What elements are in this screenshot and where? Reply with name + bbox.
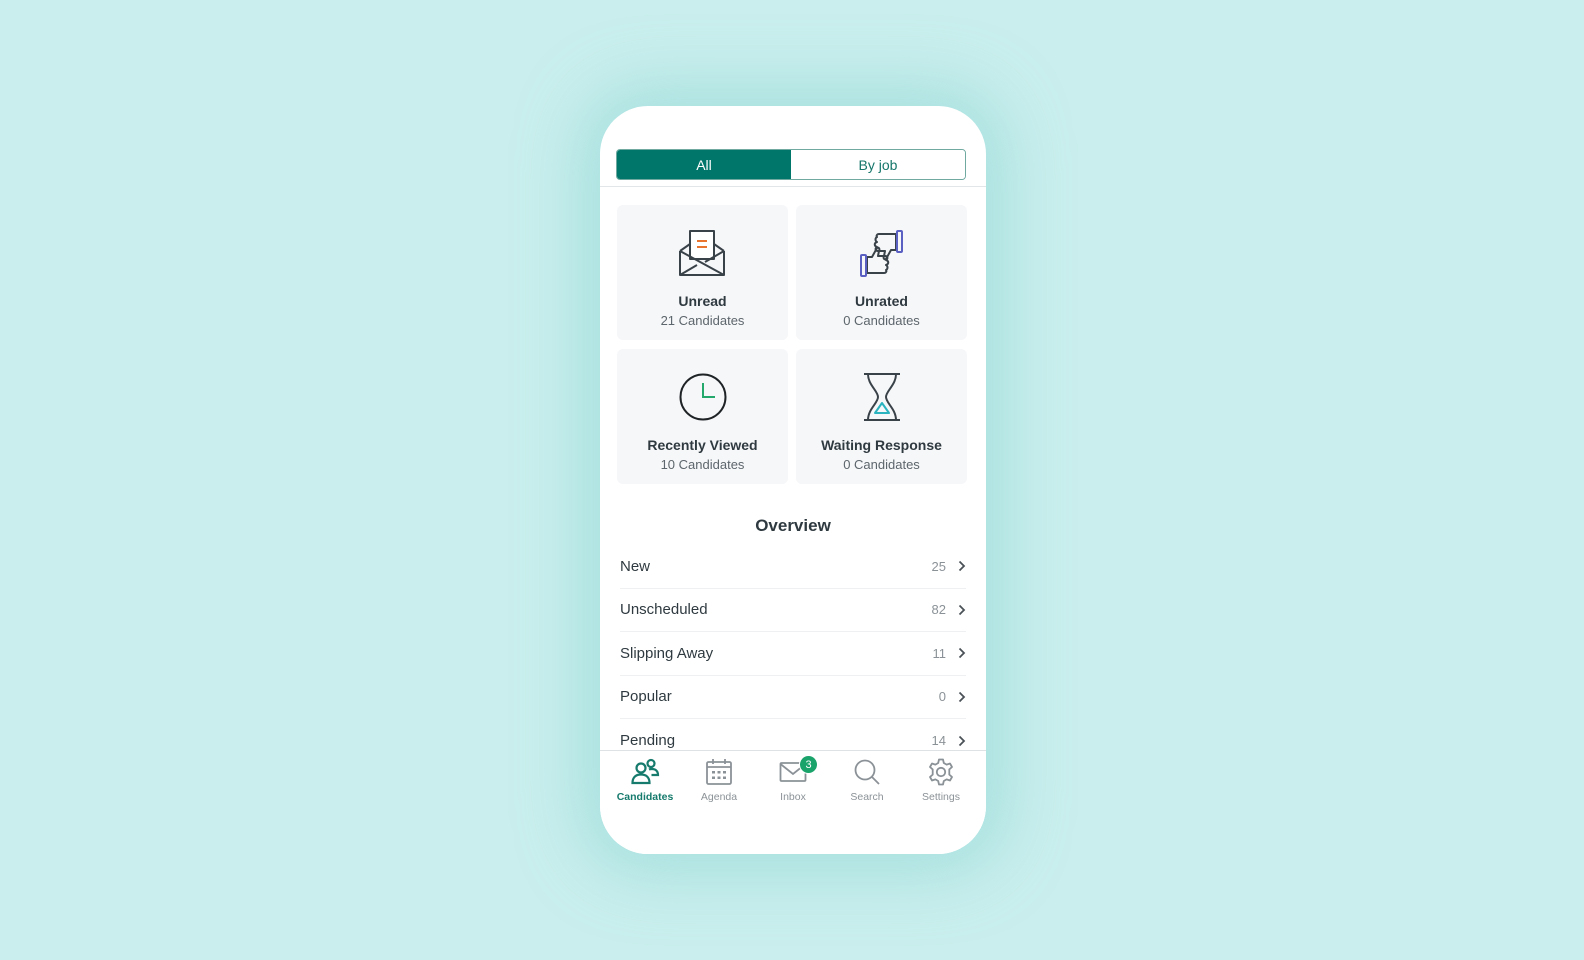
open-envelope-icon (678, 230, 725, 276)
tab-label: Inbox (780, 791, 806, 803)
tab-label: Search (850, 791, 884, 803)
tab-settings[interactable]: Settings (904, 757, 978, 854)
card-title: Recently Viewed (647, 437, 758, 453)
shortcut-cards: Unread 21 Candidates Unrated 0 Candidate… (617, 205, 967, 484)
segment-by-job[interactable]: By job (791, 150, 965, 179)
chevron-right-icon (958, 648, 966, 659)
card-unrated[interactable]: Unrated 0 Candidates (796, 205, 967, 340)
tab-candidates[interactable]: Candidates (608, 757, 682, 854)
list-item-label: Pending (620, 732, 676, 750)
header-divider (600, 186, 986, 187)
overview-list: New 25 Unscheduled 82 Slipping Away 11 P… (620, 545, 966, 763)
card-count: 10 Candidates (660, 457, 745, 472)
phone-screen: All By job Unread 21 Candidates Unrated … (600, 106, 986, 854)
gear-icon (929, 758, 953, 786)
list-item-unscheduled[interactable]: Unscheduled 82 (620, 589, 966, 632)
chevron-right-icon (958, 604, 966, 615)
bottom-tab-bar: Candidates Agenda 3 Inbox Search Setting… (600, 750, 986, 854)
search-icon (854, 759, 880, 785)
overview-heading: Overview (755, 516, 831, 535)
list-item-label: New (620, 557, 651, 575)
chevron-right-icon (958, 691, 966, 702)
list-item-label: Unscheduled (620, 601, 708, 619)
card-title: Unrated (855, 293, 908, 309)
card-title: Unread (678, 293, 727, 309)
chevron-right-icon (958, 735, 966, 746)
chevron-right-icon (958, 561, 966, 572)
card-title: Waiting Response (821, 437, 942, 453)
calendar-icon (706, 759, 732, 785)
list-item-label: Slipping Away (620, 644, 714, 662)
tab-label: Candidates (616, 791, 674, 803)
list-item-slipping-away[interactable]: Slipping Away 11 (620, 632, 966, 676)
hourglass-icon (863, 373, 900, 421)
list-item-popular[interactable]: Popular 0 (620, 676, 966, 719)
view-segmented-control: All By job (616, 149, 966, 180)
tab-search[interactable]: Search (830, 757, 904, 854)
list-item-count: 25 (931, 558, 946, 574)
card-count: 0 Candidates (843, 313, 920, 328)
clock-icon (679, 373, 726, 421)
tab-label: Agenda (700, 791, 738, 803)
list-item-count: 0 (938, 689, 946, 705)
thumbs-up-down-icon (859, 230, 903, 277)
card-count: 0 Candidates (843, 457, 920, 472)
card-waiting-response[interactable]: Waiting Response 0 Candidates (796, 349, 967, 484)
list-item-count: 14 (931, 733, 946, 749)
list-item-count: 82 (931, 602, 946, 618)
tab-label: Settings (922, 791, 960, 803)
list-item-new[interactable]: New 25 (620, 545, 966, 589)
segment-all[interactable]: All (617, 150, 791, 179)
list-item-label: Popular (620, 688, 672, 706)
list-item-count: 11 (932, 645, 947, 661)
card-recently-viewed[interactable]: Recently Viewed 10 Candidates (617, 349, 788, 484)
card-count: 21 Candidates (660, 313, 745, 328)
tab-inbox[interactable]: 3 Inbox (756, 755, 830, 854)
people-icon (631, 758, 660, 785)
card-unread[interactable]: Unread 21 Candidates (617, 205, 788, 340)
tab-agenda[interactable]: Agenda (682, 757, 756, 854)
inbox-unread-badge: 3 (799, 755, 818, 774)
